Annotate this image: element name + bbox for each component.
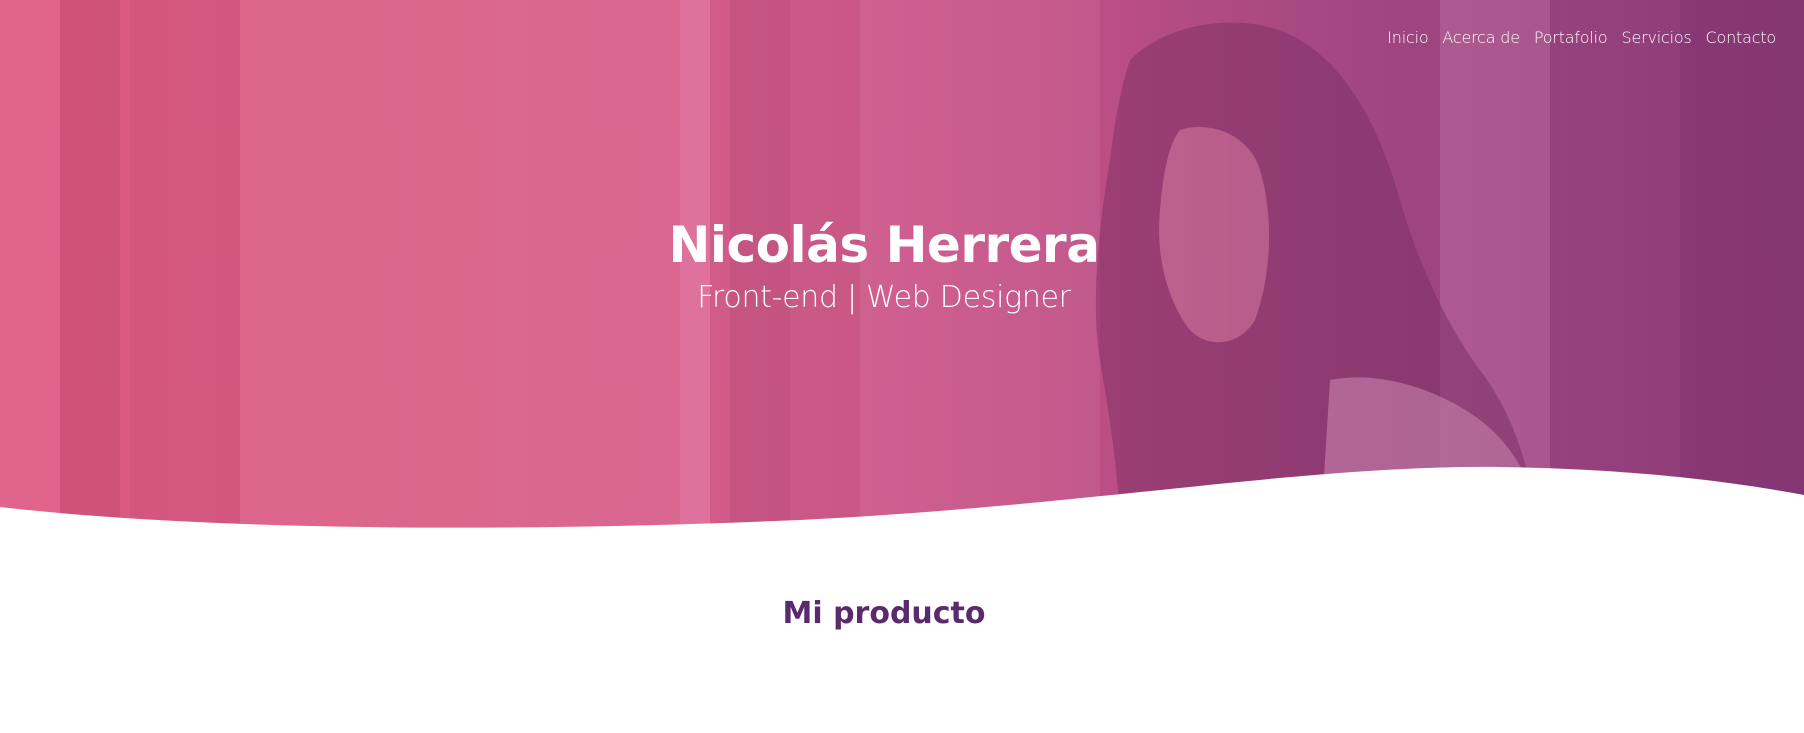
nav-item-inicio[interactable]: Inicio: [1387, 28, 1428, 47]
nav-item-servicios[interactable]: Servicios: [1621, 28, 1691, 47]
hero-role: Front-end | Web Designer: [697, 280, 1071, 315]
hero-text: Nicolás Herrera Front-end | Web Designer: [0, 212, 1768, 318]
nav-item-portafolio[interactable]: Portafolio: [1534, 28, 1608, 47]
hero-wave-divider: [0, 466, 1804, 555]
hero-name: Nicolás Herrera: [668, 216, 1100, 274]
page: Inicio Acerca de Portafolio Servicios Co…: [0, 0, 1804, 733]
section-title: Mi producto: [782, 596, 986, 631]
main-nav: Inicio Acerca de Portafolio Servicios Co…: [1387, 28, 1776, 47]
nav-item-contacto[interactable]: Contacto: [1706, 28, 1777, 47]
nav-item-acerca-de[interactable]: Acerca de: [1442, 28, 1520, 47]
